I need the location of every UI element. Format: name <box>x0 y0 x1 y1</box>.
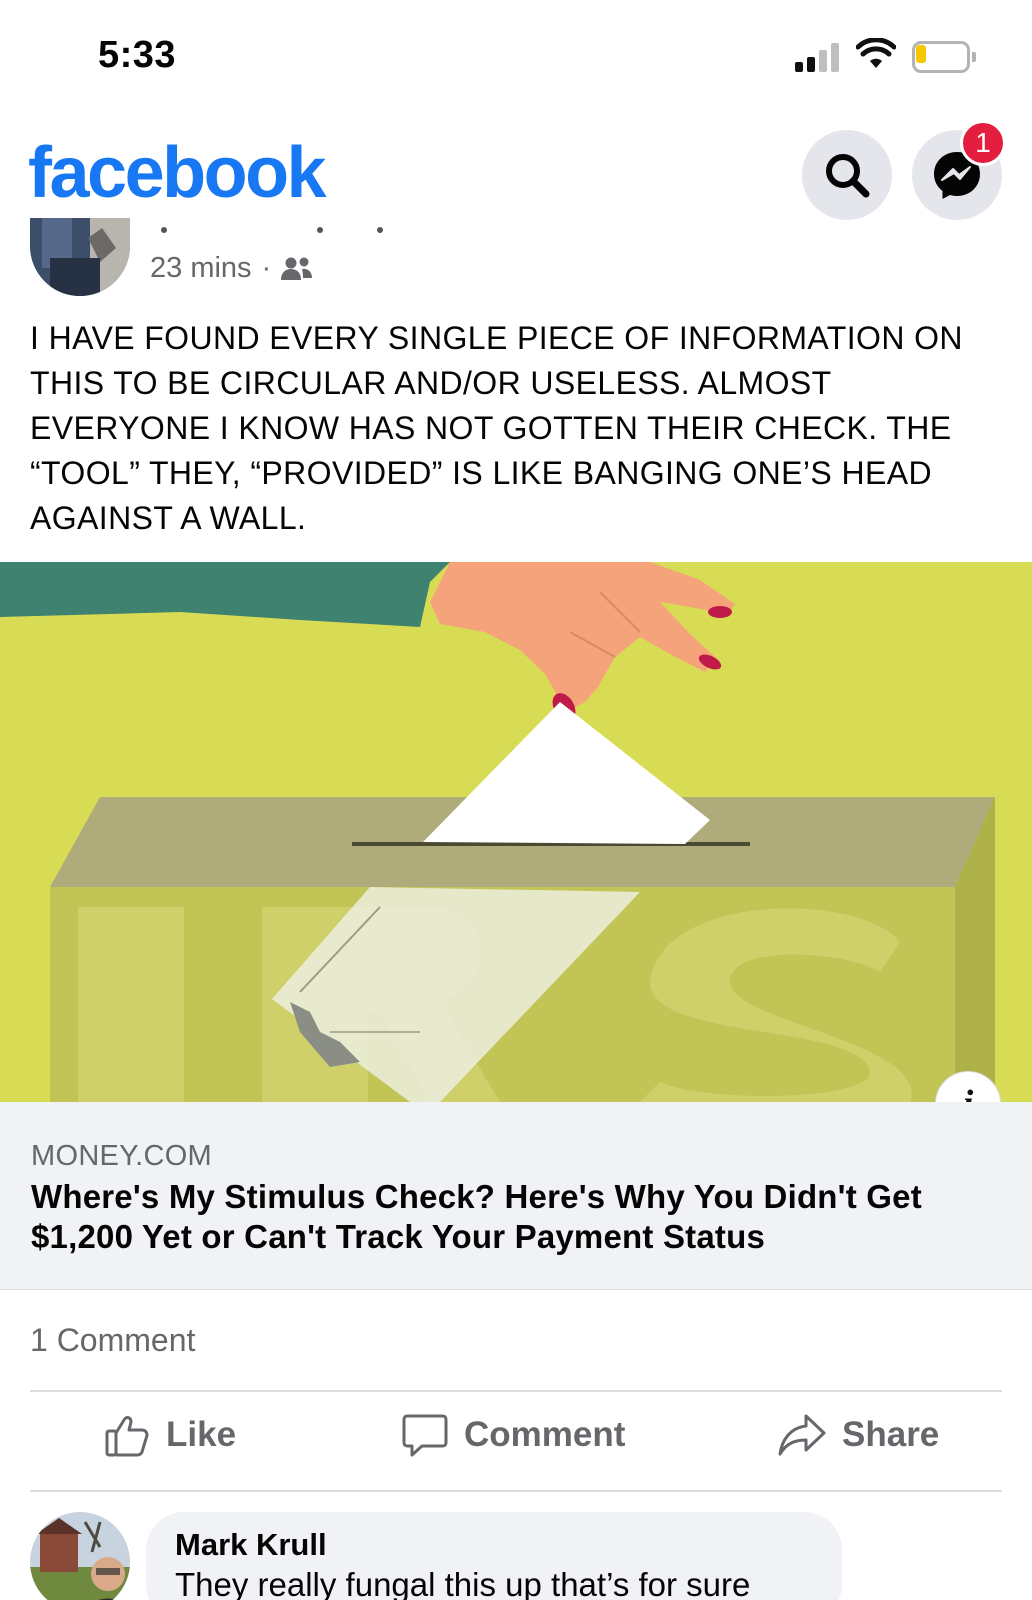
comment-button[interactable]: Comment <box>402 1412 625 1458</box>
friends-icon[interactable] <box>281 256 313 282</box>
share-label: Share <box>842 1415 940 1454</box>
link-domain: MONEY.COM <box>31 1140 213 1172</box>
poster-name-cutoff <box>150 222 410 236</box>
battery-low-icon <box>912 41 976 73</box>
divider <box>30 1490 1002 1492</box>
post-text: I HAVE FOUND EVERY SINGLE PIECE OF INFOR… <box>30 320 963 536</box>
post-time[interactable]: 23 mins <box>150 252 252 285</box>
messenger-notification-badge: 1 <box>960 120 1006 166</box>
like-label: Like <box>166 1415 237 1454</box>
comment-text: They really fungal this up that’s for su… <box>175 1566 751 1600</box>
poster-avatar[interactable] <box>30 218 130 296</box>
wifi-icon <box>856 38 896 68</box>
comment-author[interactable]: Mark Krull <box>175 1527 327 1563</box>
status-bar: 5:33 <box>0 0 1032 110</box>
comment-icon <box>402 1414 448 1457</box>
share-button[interactable]: Share <box>778 1412 939 1458</box>
link-preview-image[interactable] <box>0 562 1032 1102</box>
share-icon <box>778 1414 826 1456</box>
meta-separator: · <box>261 252 272 284</box>
commenter-avatar[interactable] <box>30 1512 130 1600</box>
comment-count[interactable]: 1 Comment <box>30 1322 195 1359</box>
cellular-signal-icon <box>795 42 841 72</box>
post-meta: 23 mins · <box>150 252 313 285</box>
like-icon <box>105 1416 149 1457</box>
post-actions: Like Comment Share <box>0 1392 1032 1492</box>
facebook-logo[interactable]: facebook <box>28 132 327 214</box>
link-title[interactable]: Where's My Stimulus Check? Here's Why Yo… <box>31 1177 1001 1257</box>
status-time: 5:33 <box>98 34 177 76</box>
search-button[interactable] <box>802 130 892 220</box>
comment-label: Comment <box>464 1415 626 1454</box>
search-icon <box>826 154 870 198</box>
like-button[interactable]: Like <box>104 1412 236 1458</box>
